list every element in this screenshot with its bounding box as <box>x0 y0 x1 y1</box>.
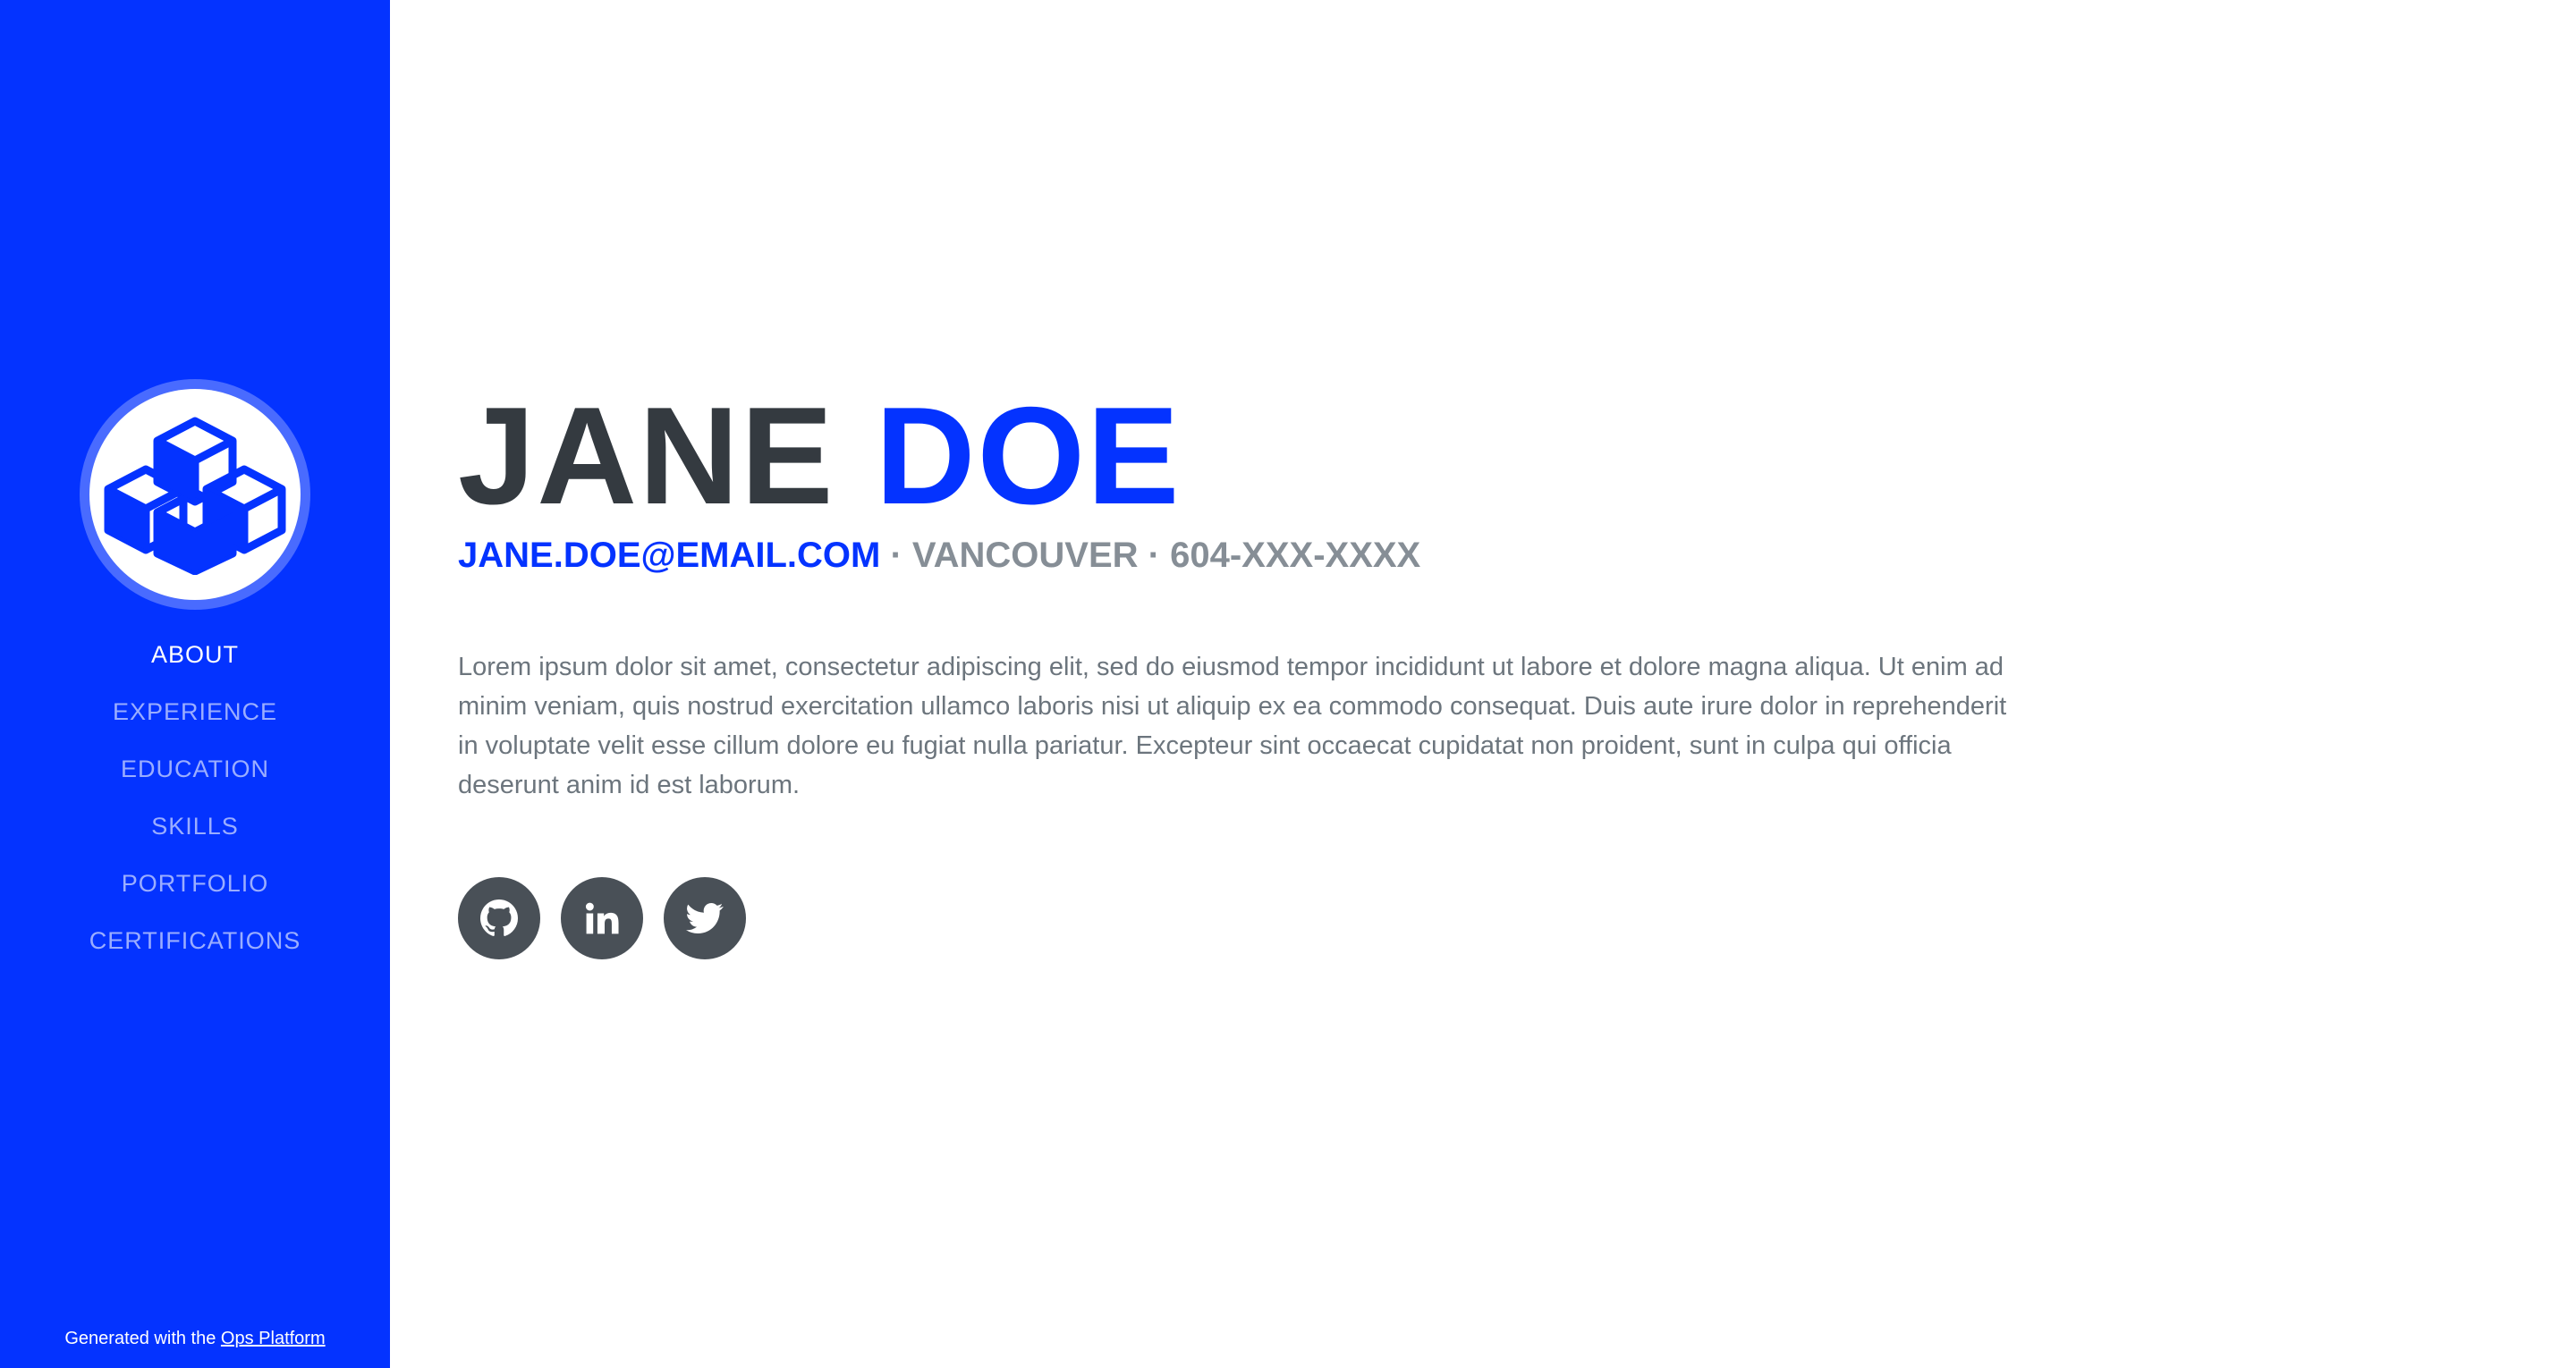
ops-platform-link[interactable]: Ops Platform <box>221 1329 326 1348</box>
page-title: JANE DOE <box>458 376 1181 536</box>
nav-item-education[interactable]: EDUCATION <box>0 740 390 798</box>
nav-item-certifications[interactable]: CERTIFICATIONS <box>0 912 390 969</box>
github-icon <box>480 899 518 936</box>
cubes-icon <box>104 417 286 575</box>
linkedin-icon <box>585 902 619 934</box>
contact-line: JANE.DOE@EMAIL.COM · VANCOUVER · 604-XXX… <box>458 531 1420 579</box>
sidebar-footer: Generated with the Ops Platform <box>0 1329 390 1349</box>
first-name: JANE <box>458 378 835 533</box>
twitter-icon <box>686 902 724 933</box>
github-button[interactable] <box>458 877 540 959</box>
bio-text: Lorem ipsum dolor sit amet, consectetur … <box>458 653 2007 799</box>
sidebar: ABOUT EXPERIENCE EDUCATION SKILLS PORTFO… <box>0 0 390 1368</box>
phone: 604-XXX-XXXX <box>1170 536 1421 575</box>
avatar <box>80 379 310 610</box>
footer-text: Generated with the <box>64 1329 221 1348</box>
linkedin-button[interactable] <box>561 877 643 959</box>
social-links <box>458 877 767 959</box>
nav-item-about[interactable]: ABOUT <box>0 626 390 683</box>
city: VANCOUVER <box>911 536 1139 575</box>
separator-1: · <box>880 536 912 575</box>
nav-item-skills[interactable]: SKILLS <box>0 798 390 855</box>
email-link[interactable]: JANE.DOE@EMAIL.COM <box>458 536 880 575</box>
sidebar-nav: ABOUT EXPERIENCE EDUCATION SKILLS PORTFO… <box>0 626 390 969</box>
separator-2: · <box>1138 536 1171 575</box>
twitter-button[interactable] <box>664 877 746 959</box>
nav-item-experience[interactable]: EXPERIENCE <box>0 683 390 740</box>
last-name: DOE <box>875 378 1182 533</box>
avatar-inner <box>89 389 301 600</box>
nav-item-portfolio[interactable]: PORTFOLIO <box>0 855 390 912</box>
